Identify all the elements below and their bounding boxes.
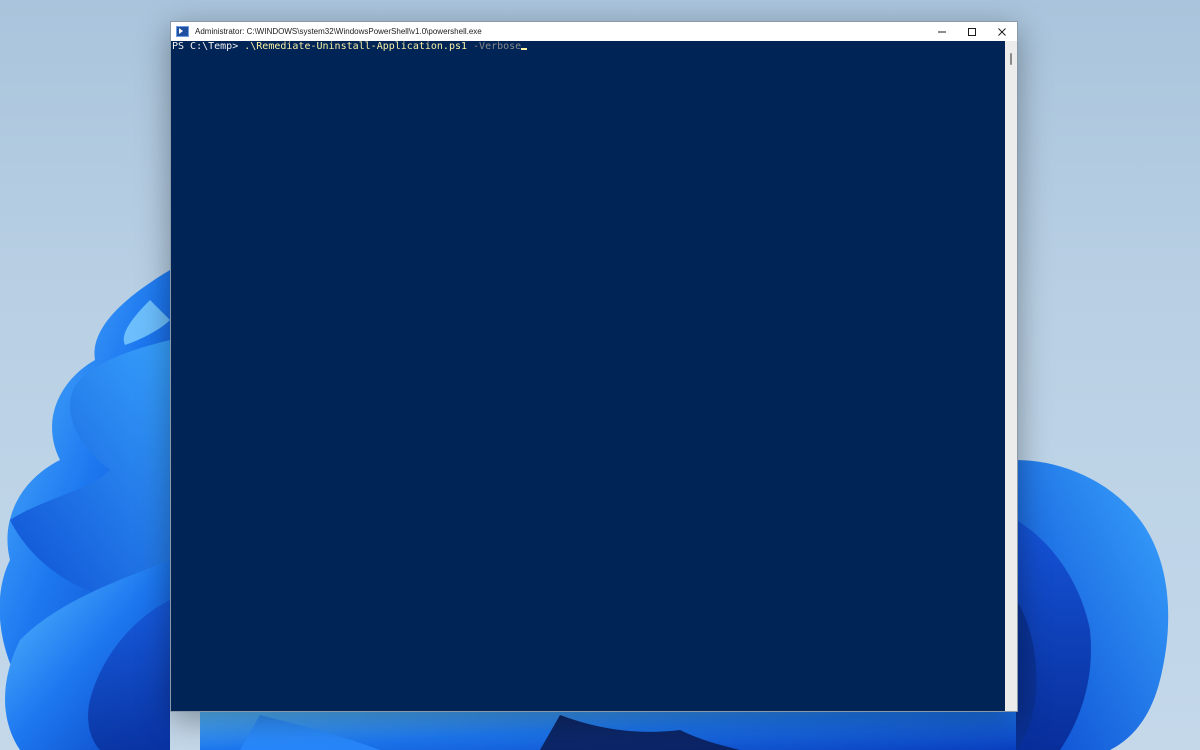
console-output[interactable]: PS C:\Temp> .\Remediate-Uninstall-Applic… — [171, 41, 1005, 711]
command-text: .\Remediate-Uninstall-Application.ps1 — [244, 41, 468, 52]
text-cursor — [521, 48, 528, 50]
minimize-icon[interactable] — [927, 22, 957, 41]
close-icon[interactable] — [987, 22, 1017, 41]
powershell-window[interactable]: Administrator: C:\WINDOWS\system32\Windo… — [170, 21, 1018, 712]
scrollbar-thumb[interactable] — [1010, 53, 1012, 65]
window-title: Administrator: C:\WINDOWS\system32\Windo… — [195, 27, 482, 36]
parameter-text: -Verbose — [467, 41, 522, 52]
maximize-icon[interactable] — [957, 22, 987, 41]
prompt-text: PS C:\Temp> — [172, 41, 245, 52]
title-bar[interactable]: Administrator: C:\WINDOWS\system32\Windo… — [171, 22, 1017, 41]
window-controls — [927, 22, 1017, 41]
vertical-scrollbar[interactable] — [1005, 41, 1017, 711]
powershell-icon — [176, 26, 189, 37]
command-line[interactable]: PS C:\Temp> .\Remediate-Uninstall-Applic… — [172, 41, 528, 53]
